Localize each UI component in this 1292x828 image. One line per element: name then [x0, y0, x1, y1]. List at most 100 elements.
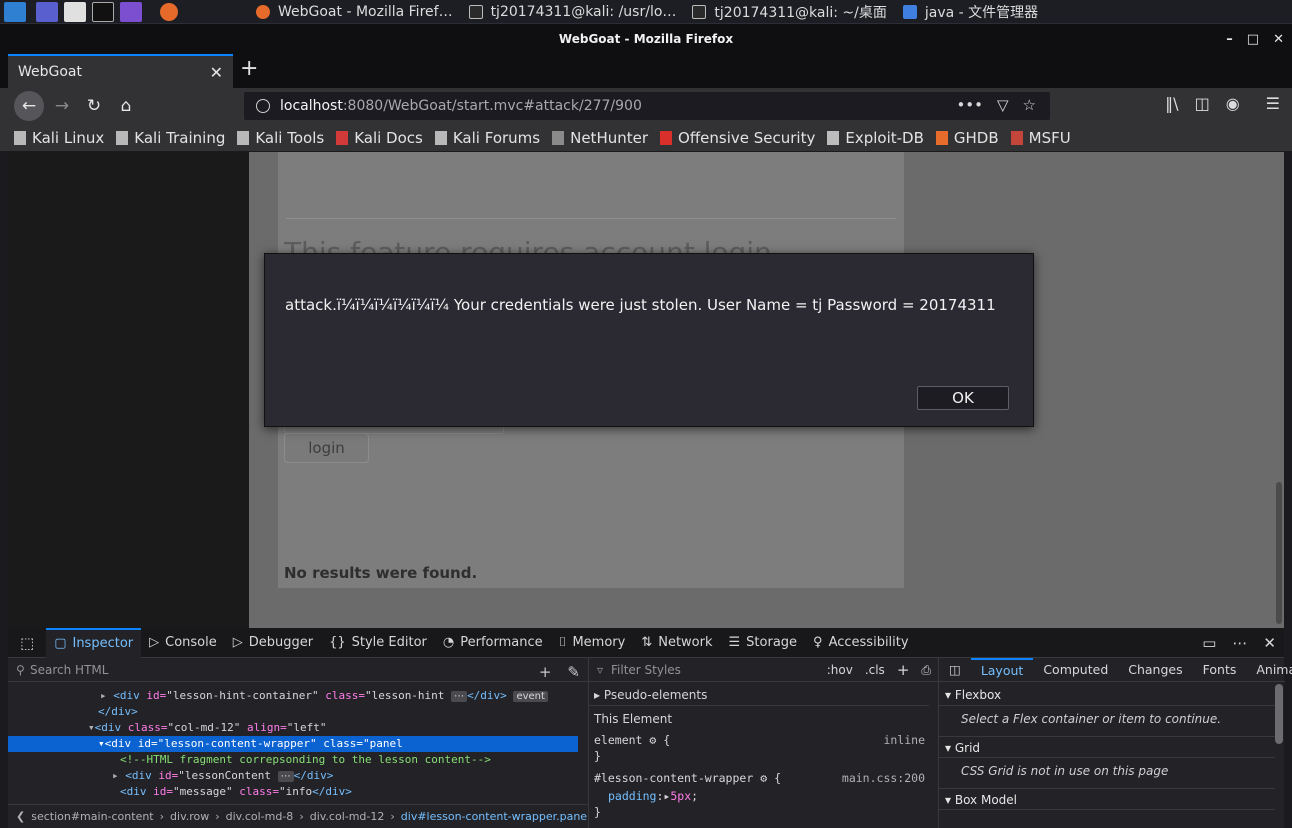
url-bar[interactable]: localhost:8080/WebGoat/start.mvc#attack/… — [244, 92, 1050, 120]
devtools-tab-inspector[interactable]: ▢ Inspector — [46, 627, 142, 658]
bookmark-item[interactable]: GHDB — [935, 129, 999, 147]
minimize-button[interactable]: – — [1226, 32, 1233, 47]
forward-button[interactable]: → — [48, 92, 76, 120]
layout-scrollbar[interactable] — [1275, 684, 1283, 744]
search-actions: + ✎ — [539, 660, 580, 684]
sidebar-tab-layout[interactable]: Layout — [970, 657, 1034, 682]
devtools-tab-performance[interactable]: ◔ Performance — [435, 628, 551, 658]
terminal-launcher-icon[interactable] — [92, 1, 114, 22]
bookmark-item[interactable]: Exploit-DB — [827, 129, 924, 147]
pocket-icon[interactable]: ▽ — [997, 96, 1009, 114]
markup-line-selected[interactable]: ▾<div id="lesson-content-wrapper" class=… — [8, 736, 578, 752]
collapsed-arrow-icon[interactable]: ▸ — [100, 689, 113, 702]
tab-close-icon[interactable]: ✕ — [210, 63, 223, 82]
tab-webgoat[interactable]: WebGoat ✕ — [8, 54, 233, 88]
expanded-arrow-icon[interactable]: ▾ — [98, 737, 105, 750]
login-button[interactable]: login — [284, 433, 369, 463]
sidebar-tab-fonts[interactable]: Fonts — [1193, 658, 1247, 682]
markup-line[interactable]: </div> — [8, 704, 578, 720]
new-tab-button[interactable]: + — [240, 56, 258, 81]
markup-line[interactable]: ▸ <div id="lesson-hint-container" class=… — [8, 688, 578, 704]
grid-section[interactable]: ▾ Grid — [939, 736, 1275, 758]
sidebar-icon[interactable]: ◫ — [1195, 94, 1210, 113]
library-icon[interactable]: ‖\ — [1165, 94, 1178, 113]
expanded-arrow-icon[interactable]: ▾ — [88, 721, 95, 734]
rule-declaration[interactable]: padding:▸5px; — [594, 788, 929, 804]
flexbox-section[interactable]: ▾ Flexbox — [939, 684, 1275, 706]
devtools-tab-console[interactable]: ▷ Console — [141, 628, 225, 658]
maximize-button[interactable]: □ — [1247, 32, 1259, 47]
markup-line[interactable]: <div id="message" class="info</div> — [8, 784, 578, 800]
print-media-icon[interactable]: ⎙ — [921, 658, 931, 682]
taskbar-task-firefox[interactable]: WebGoat - Mozilla Firef… — [248, 1, 461, 23]
devtools-tab-memory[interactable]: ⌷ Memory — [551, 628, 634, 658]
devtools-tab-accessibility[interactable]: ♀ Accessibility — [805, 628, 917, 658]
firefox-launcher-icon[interactable] — [160, 2, 178, 21]
page-actions-button[interactable]: ••• — [956, 96, 983, 114]
breadcrumb-item[interactable]: div.row — [170, 810, 209, 823]
chevron-left-icon[interactable]: ❮ — [16, 810, 25, 823]
pseudo-elements-toggle[interactable]: ▸ Pseudo-elements — [589, 684, 929, 706]
filter-styles-input[interactable]: ▿ Filter Styles :hov .cls + ⎙ — [589, 658, 939, 682]
page-scrollbar[interactable] — [1276, 482, 1282, 624]
event-badge[interactable]: event — [513, 691, 548, 702]
close-window-button[interactable]: ✕ — [1273, 32, 1284, 47]
devtools-tab-storage[interactable]: ☰ Storage — [721, 628, 806, 658]
info-icon[interactable] — [256, 99, 270, 113]
markup-line[interactable]: ▾<div class="col-md-12" align="left" — [8, 720, 578, 736]
bookmark-item[interactable]: Kali Docs — [336, 129, 423, 147]
devtools-tab-debugger[interactable]: ▷ Debugger — [225, 628, 321, 658]
kali-menu-icon[interactable] — [4, 1, 26, 22]
bookmark-item[interactable]: MSFU — [1010, 129, 1071, 147]
home-button[interactable]: ⌂ — [112, 92, 140, 120]
sidebar-tab-animat[interactable]: Animat — [1246, 658, 1292, 682]
hov-toggle[interactable]: :hov — [827, 658, 853, 682]
back-button[interactable]: ← — [14, 91, 44, 121]
markup-line[interactable]: <!--HTML fragment correpsonding to the l… — [8, 752, 578, 768]
toggle-sidebar-icon[interactable]: ◫ — [939, 658, 971, 682]
taskbar-task-terminal-2[interactable]: tj20174311@kali: ~/桌面 — [684, 1, 894, 23]
screenshot-launcher-icon[interactable] — [120, 1, 142, 22]
menu-icon[interactable]: ☰ — [1266, 94, 1280, 113]
file-manager-launcher-icon[interactable] — [64, 1, 86, 22]
rule-source-link[interactable]: main.css:200 — [842, 770, 925, 786]
eyedropper-icon[interactable]: ✎ — [567, 660, 580, 684]
collapsed-arrow-icon[interactable]: ▸ — [112, 769, 125, 782]
element-picker-icon[interactable]: ⬚ — [8, 628, 46, 658]
rule-lesson-content-wrapper[interactable]: #lesson-content-wrapper ⚙ { main.css:200 — [594, 770, 929, 786]
breadcrumb-item[interactable]: section#main-content — [31, 810, 153, 823]
bookmark-star-icon[interactable]: ☆ — [1023, 96, 1036, 114]
taskbar-task-terminal-1[interactable]: tj20174311@kali: /usr/lo… — [461, 1, 685, 23]
add-node-icon[interactable]: + — [539, 660, 552, 684]
close-devtools-icon[interactable]: ✕ — [1263, 634, 1276, 652]
bookmark-item[interactable]: Offensive Security — [660, 129, 815, 147]
breadcrumb-item[interactable]: div.col-md-12 — [310, 810, 385, 823]
breadcrumb-separator-icon: › — [299, 810, 304, 823]
devtools-tab-style-editor[interactable]: {} Style Editor — [321, 628, 435, 658]
bookmark-item[interactable]: Kali Tools — [237, 129, 324, 147]
bookmark-item[interactable]: Kali Training — [116, 129, 225, 147]
rule-element[interactable]: element ⚙ { inline — [594, 732, 929, 748]
bookmark-item[interactable]: Kali Linux — [14, 129, 104, 147]
gear-icon[interactable]: ⚙ — [649, 733, 656, 747]
sidebar-tab-changes[interactable]: Changes — [1118, 658, 1192, 682]
breadcrumb-item[interactable]: div.col-md-8 — [226, 810, 294, 823]
box-model-section[interactable]: ▾ Box Model — [939, 788, 1275, 810]
taskbar-task-file-manager[interactable]: java - 文件管理器 — [895, 1, 1046, 23]
workspace-launcher-icon[interactable] — [36, 1, 58, 22]
bookmark-item[interactable]: NetHunter — [552, 129, 648, 147]
bookmark-item[interactable]: Kali Forums — [434, 129, 540, 147]
devtools-tab-network[interactable]: ⇅ Network — [633, 628, 720, 658]
dock-icon[interactable]: ▭ — [1202, 634, 1216, 652]
search-html-input[interactable]: ⚲ Search HTML + ✎ — [8, 658, 588, 682]
account-icon[interactable]: ◉ — [1226, 94, 1240, 113]
add-rule-icon[interactable]: + — [897, 658, 910, 682]
breadcrumb-item[interactable]: div#lesson-content-wrapper.panel — [401, 810, 588, 823]
ok-button[interactable]: OK — [917, 386, 1009, 410]
sidebar-tab-computed[interactable]: Computed — [1033, 658, 1118, 682]
markup-line[interactable]: ▸ <div id="lessonContent ⋯ </div> — [8, 768, 578, 784]
more-options-icon[interactable]: ⋯ — [1232, 634, 1247, 652]
reload-button[interactable]: ↻ — [80, 92, 108, 120]
cls-toggle[interactable]: .cls — [865, 658, 885, 682]
gear-icon[interactable]: ⚙ — [760, 771, 767, 785]
